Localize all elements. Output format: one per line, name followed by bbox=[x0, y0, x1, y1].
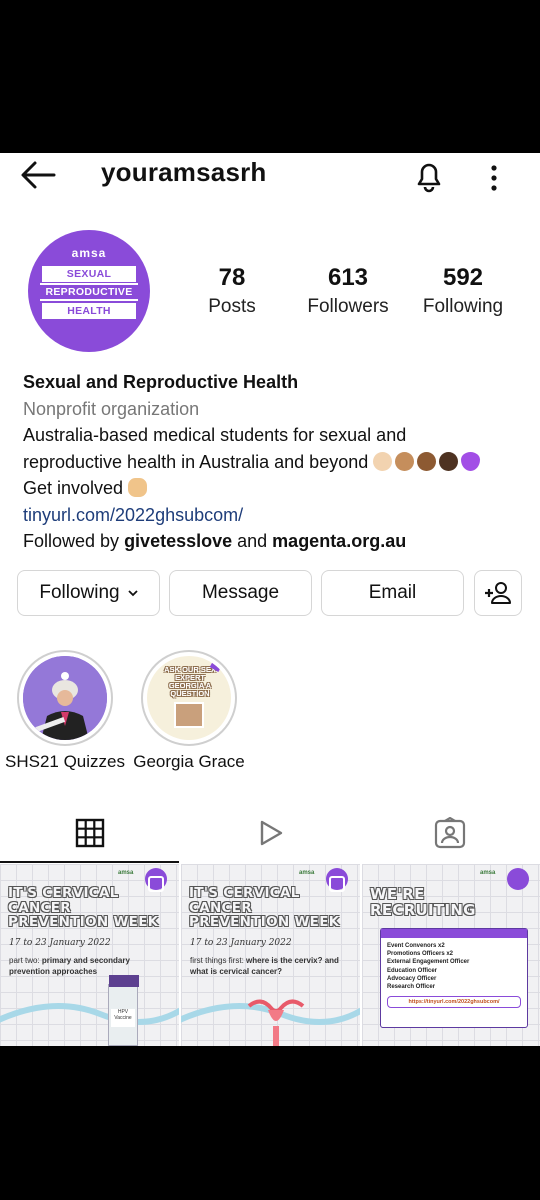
bio-line-1: Australia-based medical students for sex… bbox=[23, 425, 407, 445]
chevron-down-icon bbox=[127, 590, 138, 597]
following-count-label: Following bbox=[422, 296, 504, 317]
email-button-label: Email bbox=[368, 582, 417, 603]
followers-count-label: Followers bbox=[307, 296, 389, 317]
following-button-label: Following bbox=[39, 582, 120, 603]
uterus-illustration-icon bbox=[247, 999, 305, 1046]
profile-display-name: Sexual and Reproductive Health bbox=[23, 372, 299, 392]
highlight-ring: ASK OUR SEX EXPERT GEORGIA A QUESTION bbox=[141, 650, 237, 746]
profile-username: youramsasrh bbox=[101, 157, 267, 187]
amsa-global-health-logo: amsa bbox=[299, 870, 315, 876]
post-subtitle: part two: primary and secondary preventi… bbox=[9, 955, 169, 977]
suggest-people-button[interactable] bbox=[474, 570, 522, 616]
highlight-georgia-grace[interactable]: ASK OUR SEX EXPERT GEORGIA A QUESTION Ge… bbox=[124, 650, 254, 772]
fist-medium-icon bbox=[395, 451, 415, 471]
bio-line-3-text: Get involved bbox=[23, 478, 124, 498]
post-thumbnail[interactable]: amsa IT'S CERVICAL CANCER PREVENTION WEE… bbox=[0, 864, 179, 1046]
role-item: Education Officer bbox=[387, 967, 438, 974]
profile-avatar[interactable]: amsa SEXUAL REPRODUCTIVE HEALTH bbox=[28, 230, 150, 352]
add-person-icon bbox=[485, 582, 511, 604]
tab-tagged[interactable] bbox=[360, 803, 540, 863]
tagged-person-icon bbox=[434, 817, 466, 849]
post-subtitle: first things first: where is the cervix?… bbox=[190, 955, 350, 977]
srh-badge-icon bbox=[507, 868, 529, 890]
tab-reels[interactable] bbox=[180, 803, 360, 863]
post-subtitle-plain: part two: bbox=[9, 956, 42, 965]
tab-grid[interactable] bbox=[0, 803, 180, 863]
ribbon-decoration-icon bbox=[0, 1003, 179, 1025]
highlight-cover-image bbox=[23, 656, 107, 740]
recruiting-card: Event Convenors x2 Promotions Officers x… bbox=[380, 928, 528, 1028]
fist-light-icon bbox=[373, 451, 393, 471]
following-count[interactable]: 592 Following bbox=[413, 263, 513, 319]
bio-line-2: reproductive health in Australia and bey… bbox=[23, 449, 523, 476]
play-icon bbox=[260, 820, 283, 846]
post-title: IT'S CERVICAL CANCER PREVENTION WEEK bbox=[8, 885, 159, 930]
highlight-label: Georgia Grace bbox=[133, 752, 245, 771]
profile-header: youramsasrh bbox=[0, 153, 540, 199]
profile-bio: Sexual and Reproductive Health Nonprofit… bbox=[23, 369, 523, 555]
post-dates: 17 to 23 January 2022 bbox=[190, 938, 292, 948]
amsa-global-health-logo: amsa bbox=[118, 870, 134, 876]
role-item: Promotions Officers x2 bbox=[387, 951, 454, 958]
following-button[interactable]: Following bbox=[17, 570, 160, 616]
top-black-bar bbox=[0, 0, 540, 153]
active-tab-indicator bbox=[0, 861, 179, 863]
post-thumbnail[interactable]: amsa WE'RE RECRUITING Event Convenors x2… bbox=[362, 864, 540, 1046]
person-photo-icon bbox=[174, 702, 204, 728]
vaccine-vial-icon: HPV Vaccine bbox=[108, 975, 139, 1046]
followed-by-and: and bbox=[232, 531, 273, 551]
highlight-shs21-quizzes[interactable]: SHS21 Quizzes bbox=[0, 650, 130, 772]
role-item: Event Convenors x2 bbox=[387, 943, 445, 949]
avatar-line-sexual: SEXUAL bbox=[42, 266, 136, 282]
pointing-hand-icon bbox=[128, 478, 148, 497]
purple-heart-icon bbox=[461, 451, 481, 471]
grid-icon bbox=[75, 818, 105, 848]
highlight-ring bbox=[17, 650, 113, 746]
fist-dark-icon bbox=[439, 451, 459, 471]
profile-screen: youramsasrh amsa SEXUAL REPRODUCTIVE HEA… bbox=[0, 153, 540, 1046]
back-arrow-icon[interactable] bbox=[20, 160, 60, 192]
following-count-value: 592 bbox=[442, 264, 484, 291]
followed-by: Followed by givetesslove and magenta.org… bbox=[23, 528, 523, 555]
followed-by-user-2[interactable]: magenta.org.au bbox=[272, 531, 406, 551]
bottom-black-bar bbox=[0, 1046, 540, 1200]
followed-by-user-1[interactable]: givetesslove bbox=[124, 531, 232, 551]
notification-bell-icon[interactable] bbox=[411, 157, 447, 193]
more-options-icon[interactable] bbox=[484, 159, 504, 193]
message-button-label: Message bbox=[201, 582, 280, 603]
highlight-cover-text: ASK OUR SEX EXPERT GEORGIA A QUESTION bbox=[164, 665, 216, 698]
post-dates: 17 to 23 January 2022 bbox=[9, 938, 111, 948]
message-button[interactable]: Message bbox=[169, 570, 312, 616]
bio-link[interactable]: tinyurl.com/2022ghsubcom/ bbox=[23, 502, 523, 529]
email-button[interactable]: Email bbox=[321, 570, 464, 616]
highlight-label: SHS21 Quizzes bbox=[5, 752, 125, 771]
highlight-cover-image: ASK OUR SEX EXPERT GEORGIA A QUESTION bbox=[147, 656, 231, 740]
role-item: External Engagement Officer bbox=[387, 959, 470, 966]
avatar-line-reproductive: REPRODUCTIVE bbox=[40, 283, 138, 301]
posts-count-value: 78 bbox=[218, 264, 246, 291]
avatar-brand-text: amsa bbox=[71, 246, 107, 260]
post-thumbnail[interactable]: amsa IT'S CERVICAL CANCER PREVENTION WEE… bbox=[181, 864, 360, 1046]
bio-line-2-text: reproductive health in Australia and bey… bbox=[23, 451, 369, 472]
post-title: WE'RE RECRUITING bbox=[370, 885, 476, 919]
fist-medium-dark-icon bbox=[417, 451, 437, 471]
followed-by-prefix: Followed by bbox=[23, 531, 125, 551]
avatar-line-health: HEALTH bbox=[42, 303, 136, 319]
post-subtitle-plain: first things first: bbox=[190, 956, 247, 965]
profile-category: Nonprofit organization bbox=[23, 398, 200, 419]
posts-count-label: Posts bbox=[208, 296, 256, 317]
recruiting-link: https://tinyurl.com/2022ghsubcom/ bbox=[387, 996, 521, 1009]
roles-list: Event Convenors x2 Promotions Officers x… bbox=[381, 938, 527, 1012]
bio-line-3: Get involved bbox=[23, 475, 523, 502]
role-item: Research Officer bbox=[387, 984, 436, 991]
post-title: IT'S CERVICAL CANCER PREVENTION WEEK bbox=[189, 885, 340, 930]
followers-count[interactable]: 613 Followers bbox=[298, 263, 398, 319]
role-item: Advocacy Officer bbox=[387, 975, 437, 982]
posts-count[interactable]: 78 Posts bbox=[196, 263, 268, 319]
followers-count-value: 613 bbox=[327, 264, 369, 291]
amsa-global-health-logo: amsa bbox=[480, 870, 496, 876]
